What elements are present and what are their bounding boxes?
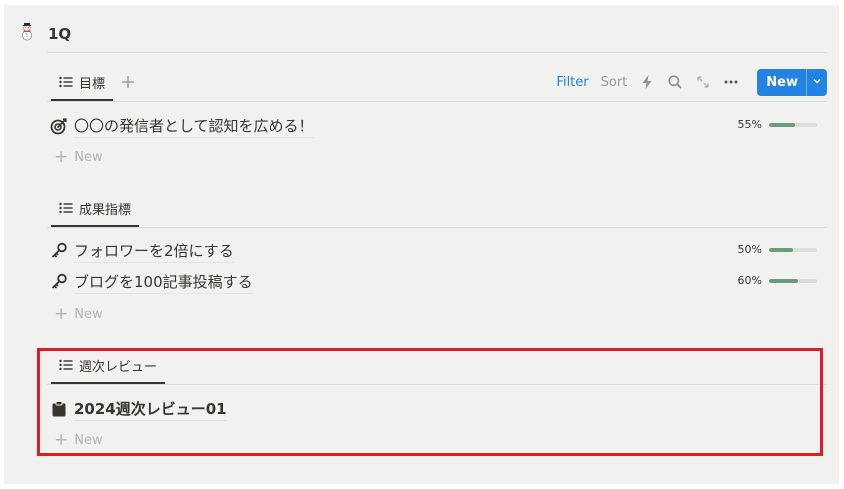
tab-key-results[interactable]: 成果指標	[51, 191, 140, 227]
add-new-item[interactable]: + New	[54, 147, 103, 167]
tab-goals[interactable]: 目標	[51, 65, 114, 101]
progress-indicator: 50%	[738, 243, 817, 256]
new-item-label: New	[74, 306, 103, 322]
automation-button[interactable]	[633, 68, 661, 96]
progress-bar	[769, 278, 817, 283]
lightning-icon	[639, 74, 655, 90]
highlight-box	[37, 348, 823, 456]
database-toolbar: Filter Sort New	[550, 65, 827, 99]
progress-percent: 60%	[737, 274, 762, 287]
progress-bar	[769, 247, 817, 252]
view-tabs-goals: 目標 Filter Sort New	[47, 65, 827, 101]
progress-percent: 50%	[737, 243, 762, 256]
progress-fill	[769, 122, 796, 127]
plus-icon: +	[54, 146, 69, 167]
list-icon	[59, 76, 73, 88]
item-title: ブログを100記事投稿する	[74, 271, 253, 294]
add-new-item[interactable]: + New	[54, 304, 103, 324]
plus-icon: +	[54, 303, 69, 324]
tab-label: 成果指標	[79, 202, 132, 218]
item-title: 〇〇の発信者として認知を広める！	[74, 115, 314, 138]
search-button[interactable]	[661, 68, 689, 96]
progress-fill	[769, 278, 798, 283]
tab-label: 目標	[79, 76, 106, 92]
sort-button[interactable]: Sort	[595, 68, 634, 96]
expand-button[interactable]	[689, 68, 717, 96]
progress-bar	[769, 122, 817, 127]
key-icon	[50, 273, 68, 291]
expand-icon	[695, 74, 711, 90]
new-button[interactable]: New	[757, 68, 827, 96]
chevron-down-icon	[812, 75, 822, 90]
list-item[interactable]: ブログを100記事投稿する 60%	[50, 268, 820, 296]
tabbar-divider	[47, 227, 827, 228]
list-item[interactable]: フォロワーを2倍にする 50%	[50, 237, 820, 265]
list-icon	[59, 202, 73, 214]
more-options-button[interactable]	[717, 68, 745, 96]
tabbar-divider	[47, 101, 827, 102]
progress-fill	[769, 247, 793, 252]
new-item-label: New	[74, 149, 103, 165]
progress-indicator: 60%	[738, 274, 817, 287]
snowman-icon	[17, 22, 37, 42]
new-dropdown-button[interactable]	[806, 68, 827, 96]
filter-button[interactable]: Filter	[550, 68, 594, 96]
list-item[interactable]: 〇〇の発信者として認知を広める！ 55%	[50, 112, 820, 140]
page-title: 1Q	[48, 25, 72, 43]
divider	[47, 52, 827, 53]
add-view-button[interactable]	[121, 65, 135, 99]
more-horizontal-icon	[723, 74, 739, 90]
view-tabs-key-results: 成果指標	[47, 191, 827, 227]
target-icon	[50, 117, 68, 135]
item-title: フォロワーを2倍にする	[74, 240, 234, 263]
new-button-label: New	[766, 74, 798, 90]
key-icon	[50, 242, 68, 260]
search-icon	[667, 74, 683, 90]
progress-percent: 55%	[737, 118, 762, 131]
progress-indicator: 55%	[738, 118, 817, 131]
